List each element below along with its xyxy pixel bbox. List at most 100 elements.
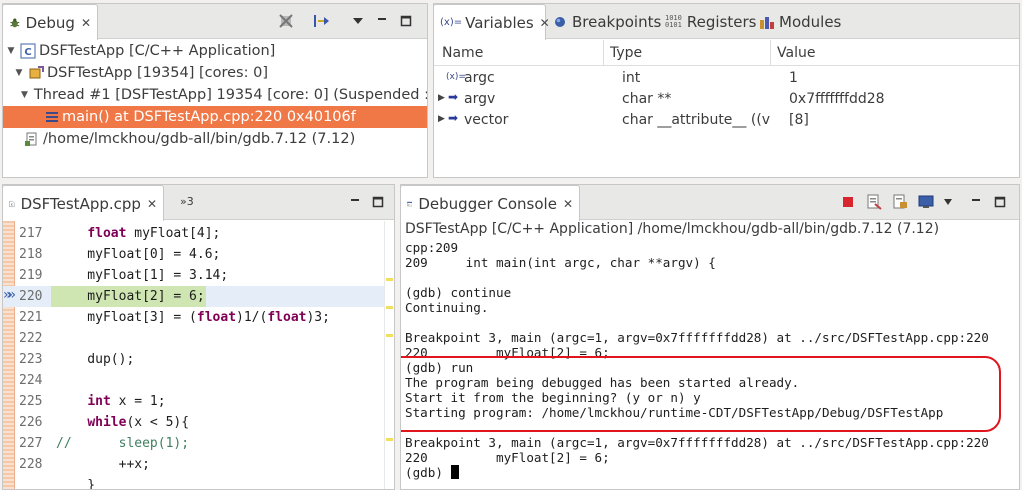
svg-text:C: C <box>24 47 31 58</box>
tree-item-gdb[interactable]: /home/lmckhou/gdb-all/bin/gdb.7.12 (7.12… <box>3 128 427 150</box>
tab-overflow[interactable]: »3 <box>180 195 194 208</box>
code-line[interactable]: 228 ++x; <box>3 454 385 475</box>
annotation-marker[interactable] <box>386 438 393 441</box>
collapse-icon[interactable]: ▼ <box>13 68 25 78</box>
display-console-dropdown-icon[interactable] <box>939 193 957 211</box>
column-divider[interactable] <box>770 40 771 66</box>
code-line[interactable]: 217 float myFloat[4]; <box>3 223 385 244</box>
tab-editor-file[interactable]: c DSFTestApp.cpp ✕ <box>3 185 164 221</box>
tree-item-process[interactable]: ▼ DSFTestApp [19354] [cores: 0] <box>3 62 427 84</box>
column-divider[interactable] <box>603 40 604 66</box>
tree-item-thread[interactable]: ▼ Thread #1 [DSFTestApp] 19354 [core: 0]… <box>3 84 427 106</box>
code-text: int x = 1; <box>87 394 166 409</box>
expand-icon[interactable]: ▶ <box>438 114 445 124</box>
debugger-console-view: Debugger Console ✕ DSFTestApp [C/C++ App… <box>400 184 1020 490</box>
line-number: 218 <box>19 247 43 262</box>
console-tabbar: Debugger Console ✕ <box>401 185 1019 221</box>
minimize-icon[interactable] <box>967 193 985 211</box>
tree-item-label: DSFTestApp [19354] [cores: 0] <box>47 65 268 81</box>
variable-row[interactable]: ▶ ➡ vector char __attribute__ ((ve [8] <box>434 110 1019 131</box>
code-line[interactable]: 227 // sleep(1); <box>3 433 385 454</box>
tab-modules[interactable]: Modules <box>759 13 841 31</box>
code-line[interactable]: 221 myFloat[3] = (float)1/(float)3; <box>3 307 385 328</box>
editor-tabbar: c DSFTestApp.cpp ✕ »3 <box>3 185 394 221</box>
tab-editor-label: DSFTestApp.cpp <box>20 194 141 213</box>
code-line[interactable]: 226 while(x < 5){ <box>3 412 385 433</box>
minimize-icon[interactable] <box>346 193 364 211</box>
code-line[interactable]: 218 myFloat[0] = 4.6; <box>3 244 385 265</box>
annotation-marker[interactable] <box>386 306 393 309</box>
code-text: float myFloat[4]; <box>87 226 221 241</box>
variable-row[interactable]: (x)= argc int 1 <box>434 68 1019 89</box>
code-area[interactable]: 217 float myFloat[4]; 218 myFloat[0] = 4… <box>3 223 385 489</box>
bug-icon <box>10 18 20 27</box>
console-prompt-line[interactable]: (gdb) <box>405 465 459 480</box>
console-line: (gdb) continue <box>405 285 512 300</box>
variables-tabbar: (x)= Variables ✕ Breakpoints 1010 0101 Re… <box>434 4 1019 40</box>
line-number: 223 <box>19 352 43 367</box>
code-line[interactable]: 219 myFloat[1] = 3.14; <box>3 265 385 286</box>
code-line[interactable]: } <box>3 475 385 489</box>
code-line[interactable]: 223 dup(); <box>3 349 385 370</box>
debug-view: Debug ✕ ▼ C DSFTestApp [C/C++ Applicatio… <box>2 3 428 178</box>
remove-terminated-icon[interactable] <box>277 12 295 30</box>
text-cursor <box>450 465 459 479</box>
tab-variables[interactable]: (x)= Variables ✕ <box>434 4 550 40</box>
step-into-icon[interactable] <box>313 12 331 30</box>
c-app-icon: C <box>20 43 36 59</box>
expand-icon[interactable]: ▶ <box>438 93 445 103</box>
clear-console-icon[interactable] <box>865 193 883 211</box>
code-line[interactable]: 222 <box>3 328 385 349</box>
debug-tabbar: Debug ✕ <box>3 4 427 40</box>
tab-breakpoints-label: Breakpoints <box>572 13 662 31</box>
tree-item-launch[interactable]: ▼ C DSFTestApp [C/C++ Application] <box>3 40 427 62</box>
process-icon <box>29 66 44 79</box>
tree-item-label: DSFTestApp [C/C++ Application] <box>39 43 276 59</box>
console-line: 220 myFloat[2] = 6; <box>405 450 610 465</box>
annotation-marker[interactable] <box>386 278 393 281</box>
tab-debug-label: Debug <box>25 13 75 32</box>
minimize-icon[interactable] <box>373 12 391 30</box>
column-type[interactable]: Type <box>610 45 642 61</box>
console-line: Continuing. <box>405 300 489 315</box>
close-icon[interactable]: ✕ <box>563 197 573 211</box>
column-name[interactable]: Name <box>442 45 483 61</box>
maximize-icon[interactable] <box>369 193 387 211</box>
code-line[interactable]: 225 int x = 1; <box>3 391 385 412</box>
variable-icon: (x)= <box>440 17 463 28</box>
tab-debug[interactable]: Debug ✕ <box>3 4 98 40</box>
annotation-marker[interactable] <box>386 334 393 337</box>
column-value[interactable]: Value <box>777 45 815 61</box>
view-menu-icon[interactable] <box>349 12 367 30</box>
tab-variables-label: Variables <box>465 13 534 32</box>
code-text: while(x < 5){ <box>87 415 190 430</box>
close-icon[interactable]: ✕ <box>81 16 91 30</box>
tab-breakpoints[interactable]: Breakpoints <box>552 13 661 31</box>
tab-debugger-console[interactable]: Debugger Console ✕ <box>401 185 580 221</box>
tab-registers[interactable]: 1010 0101 Registers <box>665 13 756 31</box>
console-line: Breakpoint 3, main (argc=1, argv=0x7ffff… <box>405 330 989 345</box>
display-console-icon[interactable] <box>917 193 935 211</box>
close-icon[interactable]: ✕ <box>147 197 157 211</box>
terminate-icon[interactable] <box>839 193 857 211</box>
tab-registers-label: Registers <box>686 13 757 31</box>
collapse-icon[interactable]: ▼ <box>5 46 17 56</box>
code-line[interactable]: 224 <box>3 370 385 391</box>
maximize-icon[interactable] <box>397 12 415 30</box>
code-text: myFloat[3] = (float)1/(float)3; <box>56 310 330 325</box>
tree-item-stack-frame[interactable]: main() at DSFTestApp.cpp:220 0x40106f <box>3 106 427 128</box>
variable-value: [8] <box>789 112 809 128</box>
pointer-icon: ➡ <box>448 111 459 125</box>
scroll-lock-icon[interactable] <box>891 193 909 211</box>
line-number: 220 <box>19 289 43 304</box>
code-text: myFloat[0] = 4.6; <box>56 247 221 262</box>
variable-name: argv <box>464 91 496 107</box>
variable-icon: (x)= <box>446 72 466 82</box>
close-icon[interactable]: ✕ <box>540 16 550 30</box>
collapse-icon[interactable]: ▼ <box>21 90 28 100</box>
overview-ruler[interactable] <box>384 221 394 489</box>
maximize-icon[interactable] <box>991 193 1009 211</box>
svg-text:c: c <box>11 202 13 206</box>
variable-row[interactable]: ▶ ➡ argv char ** 0x7fffffffdd28 <box>434 89 1019 110</box>
code-line-current[interactable]: »» 220 myFloat[2] = 6; <box>3 286 385 307</box>
